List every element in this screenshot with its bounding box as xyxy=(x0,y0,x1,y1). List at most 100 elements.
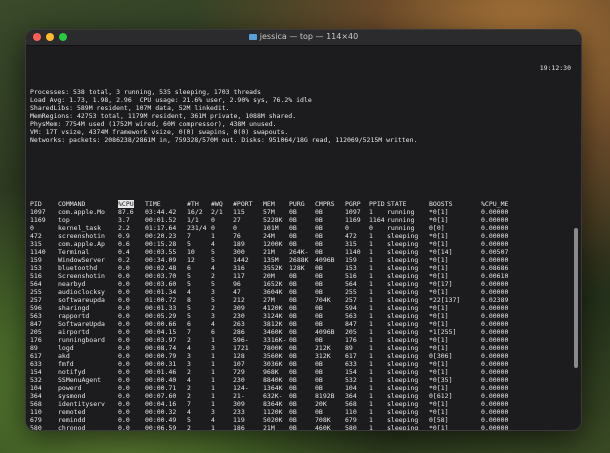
window-title: jessica — top — 114×40 xyxy=(26,32,581,41)
table-cell: 117 xyxy=(233,272,245,280)
table-cell: 1 xyxy=(369,376,373,384)
table-cell: 1 xyxy=(211,392,215,400)
table-cell: 729 xyxy=(233,368,245,376)
table-cell: 6 xyxy=(211,328,215,336)
table-cell: 633 xyxy=(345,360,357,368)
table-cell: 8192B xyxy=(315,392,335,400)
table-row: 176 runningboard 0.0 00:03.97 2 1 596- 3316K- 0B… xyxy=(30,336,517,344)
table-row: 580 chronod 0.0 00:06.59 2 1 186 21M 0B 460K 580 1 s… xyxy=(30,424,517,431)
table-cell: 00:06.59 xyxy=(145,424,177,431)
table-cell: 2 xyxy=(187,368,191,376)
table-cell: 0B xyxy=(289,216,297,224)
table-cell: sleeping xyxy=(387,264,419,272)
table-cell: 364 xyxy=(345,392,357,400)
table-cell: sleeping xyxy=(387,328,419,336)
table-cell: 0B xyxy=(289,392,297,400)
window-title-text: jessica — top — 114×40 xyxy=(259,32,359,41)
scrollbar[interactable] xyxy=(574,228,578,368)
table-cell: 20K xyxy=(315,400,327,408)
table-cell: akd xyxy=(58,352,70,360)
table-cell: *0[1] xyxy=(429,384,449,392)
table-row: 1169 top 3.7 00:01.52 1/1 0 27 5228K 0B 0B 1169 116… xyxy=(30,216,517,224)
table-cell: 0.2 xyxy=(118,256,130,264)
table-cell: 1 xyxy=(369,248,373,256)
table-cell: 0.0 xyxy=(118,352,130,360)
table-cell: 87.6 xyxy=(118,208,134,216)
table-cell: *0[1] xyxy=(429,240,449,248)
table-row: 633 fmfd 0.0 00:00.31 3 1 107 3036K 0B 0B 633 1 slee… xyxy=(30,360,517,368)
table-row: 617 akd 0.0 00:00.79 3 1 128 3560K 0B 312K 617 1 sle… xyxy=(30,352,517,360)
terminal-window[interactable]: jessica — top — 114×40 19:12:30 Processe… xyxy=(25,29,582,431)
table-cell: 568 xyxy=(345,400,357,408)
table-cell: 231/4 xyxy=(187,224,207,232)
table-cell: 0.00000 xyxy=(481,288,509,296)
table-cell: 1 xyxy=(369,320,373,328)
table-cell: 1721 xyxy=(233,344,249,352)
table-cell: 596 xyxy=(30,304,42,312)
table-cell: 7 xyxy=(187,400,191,408)
table-cell: 8840K xyxy=(263,376,283,384)
table-cell: sleeping xyxy=(387,376,419,384)
table-cell: sleeping xyxy=(387,360,419,368)
table-cell: 0B xyxy=(315,336,323,344)
column-header: BOOSTS xyxy=(429,200,453,208)
table-cell: 21M xyxy=(263,248,275,256)
table-cell: 76 xyxy=(233,232,241,240)
table-cell: sleeping xyxy=(387,240,419,248)
table-cell: 00:00.32 xyxy=(145,408,177,416)
table-cell: *0[1] xyxy=(429,336,449,344)
table-cell: nearbyd xyxy=(58,280,86,288)
table-cell: 1097 xyxy=(30,208,46,216)
table-cell: 135M xyxy=(263,256,279,264)
table-cell: sleeping xyxy=(387,272,419,280)
table-cell: 568 xyxy=(30,400,42,408)
table-cell: 0B xyxy=(315,312,323,320)
table-cell: fmfd xyxy=(58,360,74,368)
table-cell: 0B xyxy=(289,224,297,232)
table-cell: 1 xyxy=(369,352,373,360)
table-cell: 00:02.48 xyxy=(145,264,177,272)
table-cell: 0.0 xyxy=(118,416,130,424)
table-cell: 2 xyxy=(187,384,191,392)
table-cell: 1442 xyxy=(233,256,249,264)
table-cell: 472 xyxy=(345,232,357,240)
table-cell: 0.0 xyxy=(118,296,130,304)
table-cell: 0[306] xyxy=(429,352,453,360)
table-cell: 00:00.66 xyxy=(145,320,177,328)
table-cell: 315 xyxy=(345,240,357,248)
column-header: PID xyxy=(30,200,42,208)
table-row: 847 SoftwareUpda 0.0 00:00.66 6 4 263 3812K 0B 0B… xyxy=(30,320,517,328)
table-cell: 2688K xyxy=(289,256,309,264)
table-cell: *22[137] xyxy=(429,296,461,304)
title-bar[interactable]: jessica — top — 114×40 xyxy=(26,30,581,46)
table-cell: 0B xyxy=(289,360,297,368)
table-row: 110 remoted 0.0 00:00.32 4 3 233 1120K 0B 0B 110 1 s… xyxy=(30,408,517,416)
table-cell: sleeping xyxy=(387,424,419,431)
table-cell: 212 xyxy=(233,296,245,304)
table-cell: 0.0 xyxy=(118,408,130,416)
table-cell: 0 xyxy=(211,224,215,232)
table-cell: 0B xyxy=(289,416,297,424)
table-cell: *0[1] xyxy=(429,360,449,368)
table-row: 153 bluetoothd 0.0 00:02.48 6 4 316 3552K 128K 0B… xyxy=(30,264,517,272)
table-cell: 0B xyxy=(315,272,323,280)
table-cell: 0B xyxy=(315,288,323,296)
terminal-output[interactable]: 19:12:30 Processes: 538 total, 3 running… xyxy=(30,48,571,431)
table-cell: 0.00000 xyxy=(481,208,509,216)
table-cell: sleeping xyxy=(387,352,419,360)
column-header: #WQ xyxy=(211,200,223,208)
table-cell: 0.0 xyxy=(118,392,130,400)
table-cell: 1 xyxy=(369,280,373,288)
table-cell: 0B xyxy=(289,408,297,416)
table-cell: 704K xyxy=(315,296,331,304)
table-cell: 0.00000 xyxy=(481,312,509,320)
table-cell: SoftwareUpda xyxy=(58,320,105,328)
table-cell: 153 xyxy=(345,264,357,272)
table-cell: 1 xyxy=(211,384,215,392)
table-row: 257 softwareupda 0.0 01:00.72 8 5 212 27M 0B 704K… xyxy=(30,296,517,304)
table-cell: 5228K xyxy=(263,216,283,224)
table-cell: 00:34.09 xyxy=(145,256,177,264)
table-cell: notifyd xyxy=(58,368,86,376)
table-cell: 4 xyxy=(211,264,215,272)
table-cell: WindowServer xyxy=(58,256,105,264)
